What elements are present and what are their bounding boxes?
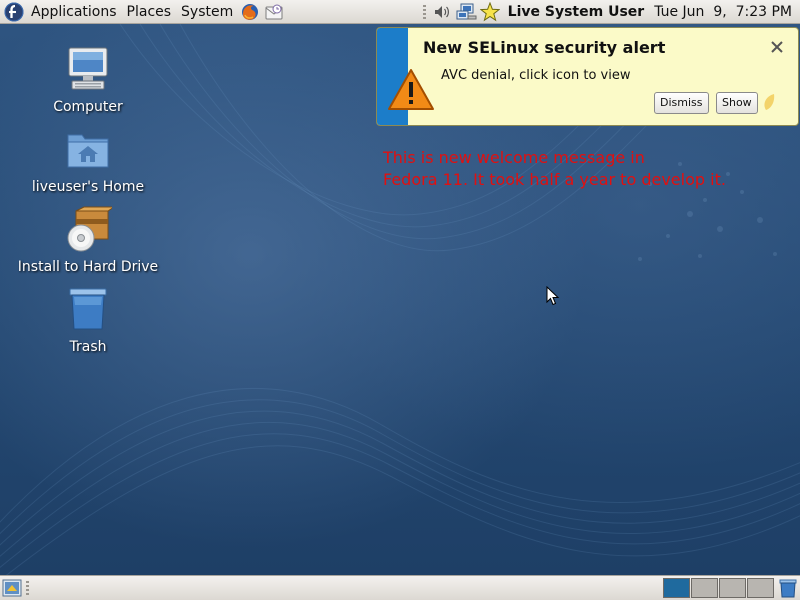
desktop-icon-label: Install to Hard Drive bbox=[17, 259, 159, 275]
clock[interactable]: Tue Jun 9, 7:23 PM bbox=[654, 4, 800, 20]
close-icon[interactable] bbox=[770, 40, 784, 54]
panel-grip[interactable] bbox=[26, 581, 29, 595]
network-icon[interactable] bbox=[456, 2, 477, 22]
fedora-logo-icon[interactable] bbox=[4, 2, 24, 22]
desktop-icon-label: Computer bbox=[53, 99, 123, 115]
welcome-line-2: Fedora 11. It took half a year to develo… bbox=[383, 170, 726, 189]
notification-body: AVC denial, click icon to view bbox=[441, 68, 631, 83]
desktop-icon-computer[interactable]: Computer bbox=[13, 45, 163, 115]
notification-title: New SELinux security alert bbox=[423, 38, 666, 57]
panel-tray-area: Live System User Tue Jun 9, 7:23 PM bbox=[422, 0, 800, 23]
workspace-4[interactable] bbox=[747, 578, 774, 598]
update-star-icon[interactable] bbox=[479, 1, 501, 22]
mouse-pointer-icon bbox=[546, 286, 560, 306]
mail-icon[interactable] bbox=[264, 2, 284, 22]
install-disc-icon bbox=[67, 206, 116, 252]
desktop-icon-install[interactable]: Install to Hard Drive bbox=[13, 205, 163, 275]
firefox-icon[interactable] bbox=[240, 2, 260, 22]
workspace-switcher bbox=[663, 578, 775, 598]
welcome-line-1: This is new welcome message in bbox=[383, 148, 645, 167]
bottom-panel bbox=[0, 575, 800, 600]
menu-places[interactable]: Places bbox=[122, 1, 177, 23]
warning-icon[interactable] bbox=[387, 68, 435, 112]
desktop-icon-home[interactable]: liveuser's Home bbox=[13, 125, 163, 195]
workspace-2[interactable] bbox=[691, 578, 718, 598]
menu-system[interactable]: System bbox=[176, 1, 238, 23]
menu-applications[interactable]: Applications bbox=[26, 1, 122, 23]
dismiss-button[interactable]: Dismiss bbox=[654, 92, 709, 114]
volume-icon[interactable] bbox=[432, 2, 452, 22]
trash-applet-icon[interactable] bbox=[778, 578, 798, 598]
desktop-icon-label: liveuser's Home bbox=[31, 179, 145, 195]
panel-grip[interactable] bbox=[422, 4, 426, 19]
trash-icon bbox=[69, 288, 107, 330]
user-switcher[interactable]: Live System User bbox=[502, 4, 655, 20]
computer-icon bbox=[68, 47, 108, 90]
show-button[interactable]: Show bbox=[716, 92, 758, 114]
home-folder-icon bbox=[67, 134, 109, 168]
workspace-3[interactable] bbox=[719, 578, 746, 598]
selinux-notification[interactable]: New SELinux security alert AVC denial, c… bbox=[376, 27, 799, 126]
resize-grip-icon bbox=[764, 94, 775, 110]
workspace-1[interactable] bbox=[663, 578, 690, 598]
show-desktop-icon[interactable] bbox=[2, 579, 22, 597]
top-panel: Applications Places System Live System U… bbox=[0, 0, 800, 24]
welcome-message: This is new welcome message in Fedora 11… bbox=[383, 147, 793, 191]
desktop-icon-trash[interactable]: Trash bbox=[13, 285, 163, 355]
desktop-icon-label: Trash bbox=[69, 339, 107, 355]
